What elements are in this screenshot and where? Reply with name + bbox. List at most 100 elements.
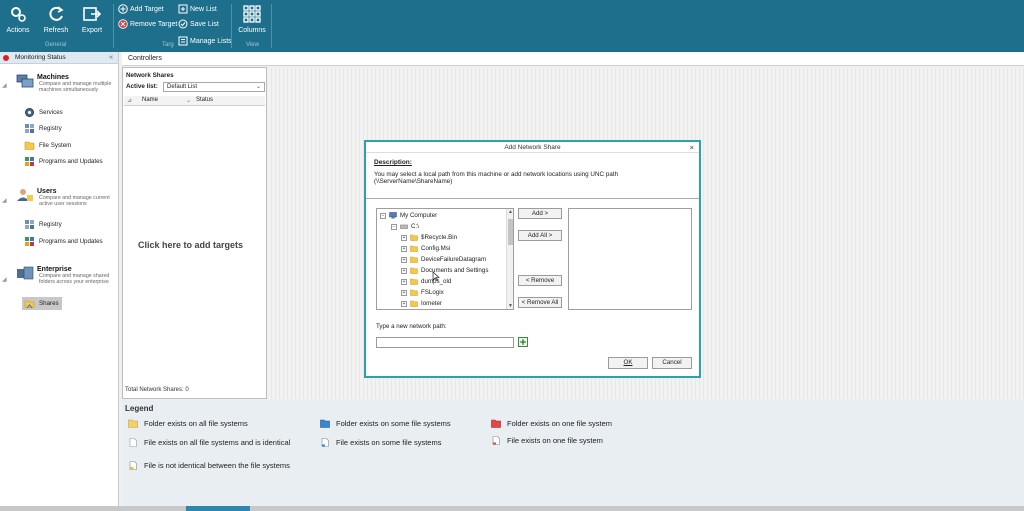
nav-item-shares[interactable]: Shares [22,297,62,310]
manage-lists-button[interactable]: Manage Lists [178,34,232,48]
new-list-button[interactable]: New List [178,2,217,16]
scroll-down-icon[interactable]: ▼ [507,303,513,309]
cancel-button[interactable]: Cancel [652,357,692,369]
drive-icon [400,224,408,229]
tree-node-folder[interactable]: + dumps_old [401,276,451,287]
tree-label: Config.Msi [421,245,451,252]
folder-tree[interactable]: − My Computer − C:\ + $Recycle.Bin + Con… [376,208,514,310]
tree-node-folder[interactable]: + Documents and Settings [401,265,488,276]
tree-node-folder[interactable]: + $Recycle.Bin [401,232,457,243]
remove-target-button[interactable]: Remove Target [118,17,177,31]
legend-title: Legend [125,404,154,413]
folder-icon [410,300,418,307]
ok-button[interactable]: OK [608,357,648,369]
folder-icon [410,278,418,285]
nav-item-label: File System [39,142,72,149]
column-name-header[interactable]: Name [142,97,158,103]
folder-icon [410,289,418,296]
expand-icon[interactable]: + [401,245,407,252]
ribbon-separator [271,4,272,48]
enterprise-section: Enterprise Compare and manage shared fol… [6,266,118,285]
users-description: Compare and manage current active user s… [39,195,110,207]
add-icon [520,339,526,345]
expand-icon[interactable]: + [401,267,407,274]
legend-text: File exists on some file systems [336,438,442,447]
columns-button[interactable]: Columns [234,2,270,40]
remove-target-label: Remove Target [130,20,178,28]
users-icon [17,189,33,201]
tree-node-folder[interactable]: + DeviceFailureDatagram [401,254,486,265]
nav-item-programs-updates[interactable]: Programs and Updates [24,155,103,168]
nav-item-users-registry[interactable]: Registry [24,218,62,231]
active-list-select[interactable]: Default List ⌄ [163,82,265,92]
legend-text: Folder exists on some file systems [336,419,451,428]
nav-item-services[interactable]: Services [24,106,63,119]
nav-item-label: Programs and Updates [39,238,103,245]
nav-item-label: Shares [39,300,59,307]
nav-item-label: Registry [39,125,62,132]
legend-panel: Legend Folder exists on all file systems… [122,400,1024,506]
tree-node-my-computer[interactable]: − My Computer [380,210,437,221]
add-network-path-button[interactable] [518,337,528,347]
expand-icon[interactable]: + [401,300,407,307]
tree-scrollbar[interactable]: ▲ ▼ [506,209,513,309]
export-button[interactable]: Export [74,2,110,40]
scroll-thumb[interactable] [508,219,513,245]
remove-icon [118,19,128,29]
collapse-panel-icon[interactable]: « [109,54,113,61]
legend-item: Folder exists on all file systems [128,419,248,428]
close-icon[interactable]: × [690,142,694,153]
total-shares-label: Total Network Shares: 0 [125,387,189,393]
group-targets-label: Targ [162,42,174,48]
column-status-header[interactable]: Status [196,97,213,103]
tree-node-folder[interactable]: + Iometer [401,298,442,309]
actions-button[interactable]: Actions [0,2,36,40]
tree-label: FSLogix [421,289,444,296]
dialog-title-bar[interactable]: Add Network Share × [366,142,699,153]
users-section: Users Compare and manage current active … [6,188,118,207]
expand-icon[interactable]: + [401,256,407,263]
nav-item-label: Registry [39,221,62,228]
expand-icon[interactable]: + [401,278,407,285]
tree-node-drive[interactable]: − C:\ [391,221,419,232]
nav-item-file-system[interactable]: File System [24,139,71,152]
new-list-label: New List [190,5,217,13]
tree-node-folder[interactable]: + Config.Msi [401,243,450,254]
add-target-button[interactable]: Add Target [118,2,164,16]
gear-icon [11,7,26,22]
save-list-icon [178,19,188,29]
network-shares-panel: Network Shares Active list: Default List… [122,67,267,399]
collapse-icon[interactable]: − [380,212,386,219]
remove-all-button[interactable]: < Remove All [518,297,562,308]
network-shares-title: Network Shares [126,72,174,79]
group-view-label: View [246,42,259,48]
expand-icon[interactable]: + [401,234,407,241]
add-network-share-dialog: Add Network Share × Description: You may… [364,140,701,378]
scroll-up-icon[interactable]: ▲ [507,209,513,215]
add-all-button[interactable]: Add All > [518,230,562,241]
remove-button[interactable]: < Remove [518,275,562,286]
selected-shares-list[interactable] [568,208,692,310]
expand-icon[interactable]: + [401,289,407,296]
legend-text: Folder exists on all file systems [144,419,248,428]
add-button[interactable]: Add > [518,208,562,219]
nav-item-label: Programs and Updates [39,158,103,165]
collapse-icon[interactable]: − [391,223,397,230]
save-list-button[interactable]: Save List [178,17,219,31]
nav-item-registry[interactable]: Registry [24,122,62,135]
nav-item-users-programs-updates[interactable]: Programs and Updates [24,235,103,248]
refresh-button[interactable]: Refresh [38,2,74,40]
legend-text: Folder exists on one file system [507,419,613,428]
save-list-label: Save List [190,20,219,28]
folder-icon [24,141,35,150]
services-gear-icon [25,108,34,117]
chevron-down-icon: ⌄ [255,84,261,90]
legend-item: Folder exists on one file system [491,419,612,428]
status-bar [0,506,1024,511]
sort-chevron-icon: ⌄ [186,98,192,104]
add-targets-hint[interactable]: Click here to add targets [138,240,243,250]
tree-node-folder[interactable]: + FSLogix [401,287,444,298]
network-path-input[interactable] [376,337,514,348]
dialog-description: Description: You may select a local path… [366,155,699,199]
monitoring-status-bar[interactable]: Monitoring Status « [0,52,118,64]
